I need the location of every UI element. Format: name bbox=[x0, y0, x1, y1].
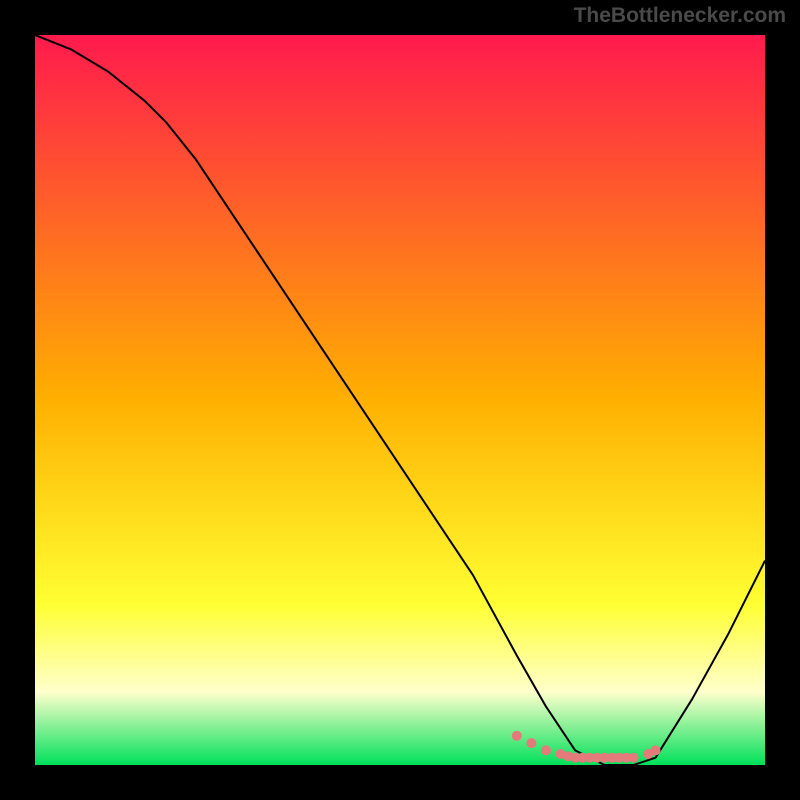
marker-dot bbox=[512, 731, 522, 741]
watermark-text: TheBottlenecker.com bbox=[574, 4, 786, 28]
plot-area bbox=[35, 35, 765, 765]
marker-dot bbox=[651, 745, 661, 755]
marker-dot bbox=[541, 745, 551, 755]
chart-container: TheBottlenecker.com bbox=[0, 0, 800, 800]
chart-svg bbox=[35, 35, 765, 765]
marker-dot bbox=[526, 738, 536, 748]
marker-dot bbox=[629, 753, 639, 763]
gradient-background bbox=[35, 35, 765, 765]
